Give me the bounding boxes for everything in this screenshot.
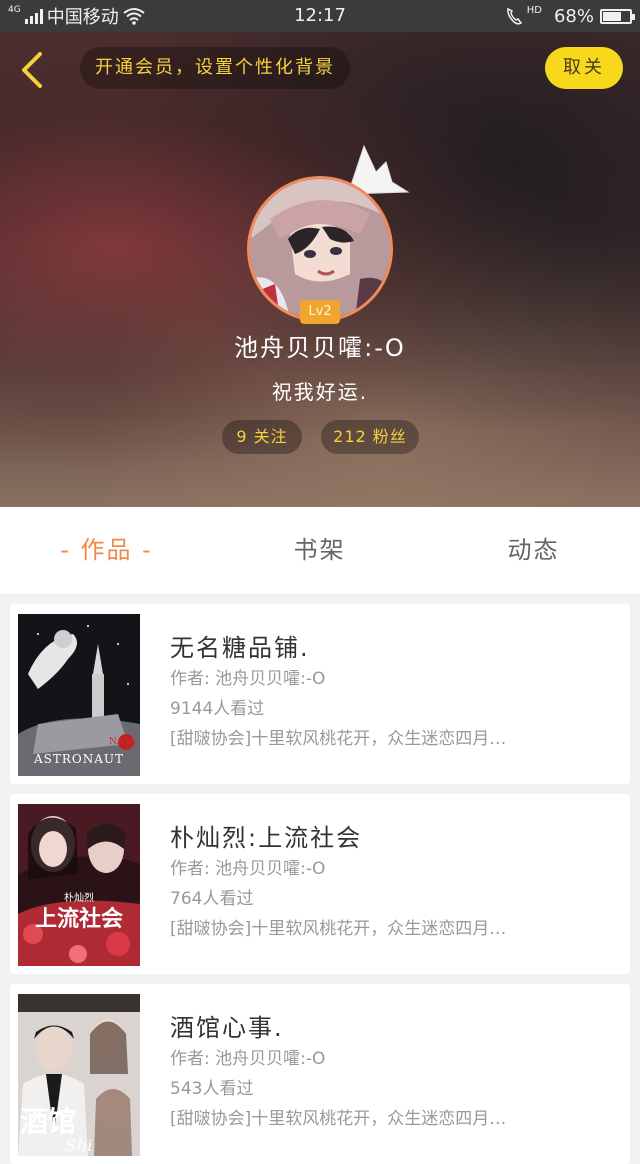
book-views: 9144人看过 (170, 699, 265, 719)
book-description: [甜啵协会]十里软风桃花开，众生迷恋四月… (170, 729, 507, 749)
unfollow-button[interactable]: 取关 (545, 47, 623, 89)
battery-icon (600, 8, 635, 24)
cover-title: 上流社会 (34, 906, 123, 932)
book-list: NASA ASTRONAUT 无名糖品铺. 作者: 池舟贝贝嚯:-O 9144人… (0, 594, 640, 1164)
book-views: 764人看过 (170, 889, 254, 909)
hd-label: HD (526, 4, 542, 16)
back-button[interactable] (14, 48, 54, 92)
username: 池舟贝贝嚯:-O (234, 334, 406, 362)
signature: 祝我好运. (271, 380, 369, 404)
book-author: 作者: 池舟贝贝嚯:-O (170, 859, 326, 879)
battery-percent: 68% (553, 5, 594, 27)
avatar-image (250, 179, 390, 319)
book-views: 543人看过 (170, 1079, 254, 1099)
cover-sub: NASA (108, 737, 136, 747)
chevron-left-icon (22, 52, 42, 88)
book-author: 作者: 池舟贝贝嚯:-O (170, 1049, 326, 1069)
cover-title: ASTRONAUT (33, 752, 125, 766)
cover-sub: Shi (65, 1136, 93, 1155)
tab-bookshelf[interactable]: 书架 (213, 507, 426, 594)
level-badge: Lv2 (300, 300, 340, 324)
tab-activity[interactable]: 动态 (427, 507, 640, 594)
list-item[interactable]: NASA ASTRONAUT 无名糖品铺. 作者: 池舟贝贝嚯:-O 9144人… (10, 604, 630, 784)
book-cover: NASA ASTRONAUT (18, 614, 140, 776)
cover-title: 酒馆 (20, 1105, 77, 1138)
book-author: 作者: 池舟贝贝嚯:-O (170, 669, 326, 689)
book-title: 无名糖品铺. (170, 634, 310, 662)
book-description: [甜啵协会]十里软风桃花开，众生迷恋四月… (170, 1109, 507, 1129)
status-right: HD 68% (505, 0, 635, 32)
book-title: 酒馆心事. (170, 1014, 284, 1042)
book-title: 朴灿烈:上流社会 (170, 824, 363, 852)
status-bar: 4G 中国移动 12:17 HD 68% (0, 0, 640, 32)
following-count[interactable]: 9 关注 (222, 420, 302, 454)
phone-hd-icon (506, 7, 522, 25)
profile-header: 开通会员，设置个性化背景 取关 Lv2 池舟贝贝嚯:-O 祝我好运. 9 关注 … (0, 32, 640, 507)
list-item[interactable]: 酒馆 Shi 酒馆心事. 作者: 池舟贝贝嚯:-O 543人看过 [甜啵协会]十… (10, 984, 630, 1164)
list-item[interactable]: 朴灿烈 上流社会 朴灿烈:上流社会 作者: 池舟贝贝嚯:-O 764人看过 [甜… (10, 794, 630, 974)
tab-works[interactable]: - 作品 - (0, 507, 213, 594)
book-description: [甜啵协会]十里软风桃花开，众生迷恋四月… (170, 919, 507, 939)
vip-banner[interactable]: 开通会员，设置个性化背景 (80, 47, 350, 89)
book-cover: 酒馆 Shi (18, 994, 140, 1156)
book-cover: 朴灿烈 上流社会 (18, 804, 140, 966)
fans-count[interactable]: 212 粉丝 (321, 420, 419, 454)
profile-tabs: - 作品 - 书架 动态 (0, 507, 640, 594)
